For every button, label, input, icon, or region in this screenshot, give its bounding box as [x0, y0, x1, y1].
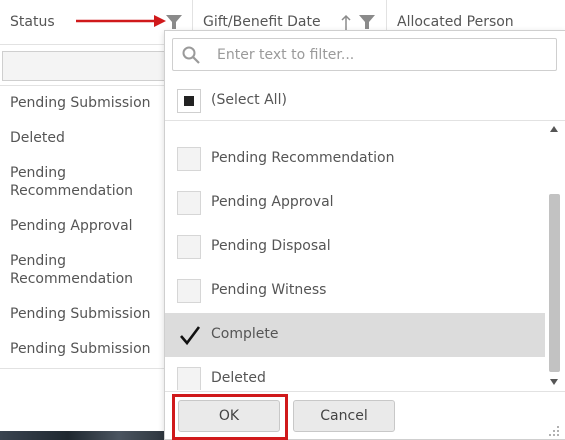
annotation-arrow-icon: [76, 15, 166, 27]
filter-option-deleted[interactable]: Deleted: [165, 357, 545, 390]
select-all-option[interactable]: (Select All): [165, 83, 565, 119]
filter-options-list: Pending Recommendation Pending Approval …: [165, 128, 547, 390]
filter-search-input[interactable]: [217, 43, 547, 67]
option-label: Pending Approval: [211, 194, 334, 210]
date-filter-icon[interactable]: [359, 15, 375, 29]
status-cell[interactable]: Pending Recommendation: [0, 164, 160, 200]
search-icon: [182, 46, 200, 64]
filter-option-complete[interactable]: Complete: [165, 313, 545, 357]
sort-ascending-icon[interactable]: [340, 14, 352, 30]
status-cell[interactable]: Pending Submission: [0, 340, 151, 358]
status-filter-icon[interactable]: [166, 15, 182, 29]
cancel-button[interactable]: Cancel: [293, 400, 395, 432]
grid-filter-row: [0, 46, 170, 86]
scrollbar-thumb[interactable]: [549, 194, 560, 372]
option-label: Pending Disposal: [211, 238, 331, 254]
option-checkbox[interactable]: [177, 191, 201, 215]
option-checkbox[interactable]: [177, 323, 201, 347]
filter-option-pending-witness[interactable]: Pending Witness: [165, 269, 545, 313]
filter-search-box: [172, 38, 557, 71]
option-label: Pending Recommendation: [211, 150, 395, 166]
ok-button-annotation-highlight: [172, 394, 288, 440]
status-cell[interactable]: Pending Submission: [0, 305, 151, 323]
option-checkbox[interactable]: [177, 279, 201, 303]
scroll-down-icon[interactable]: [550, 378, 558, 386]
option-label: Deleted: [211, 370, 266, 386]
resize-grip-icon[interactable]: [548, 425, 560, 437]
divider: [165, 120, 565, 121]
checkmark-icon: [180, 326, 201, 346]
status-cell[interactable]: Pending Approval: [0, 217, 133, 235]
select-all-checkbox[interactable]: [177, 89, 201, 113]
option-label: Complete: [211, 326, 279, 342]
option-checkbox[interactable]: [177, 235, 201, 259]
status-filter-popup: (Select All) Pending Recommendation Pend…: [164, 30, 565, 440]
status-cell[interactable]: Pending Submission: [0, 94, 151, 112]
row-divider: [0, 368, 170, 369]
select-all-label: (Select All): [211, 92, 287, 108]
filter-option-pending-approval[interactable]: Pending Approval: [165, 181, 545, 225]
option-label: Pending Witness: [211, 282, 327, 298]
status-cell[interactable]: Deleted: [0, 129, 65, 147]
option-checkbox[interactable]: [177, 367, 201, 390]
column-header-status[interactable]: Status: [10, 0, 55, 45]
option-checkbox[interactable]: [177, 147, 201, 171]
divider: [165, 391, 565, 392]
scroll-up-icon[interactable]: [550, 125, 558, 133]
filter-option-pending-disposal[interactable]: Pending Disposal: [165, 225, 545, 269]
options-scrollbar[interactable]: [546, 123, 562, 391]
filter-option-pending-recommendation[interactable]: Pending Recommendation: [165, 137, 545, 181]
background-image: [0, 431, 170, 440]
status-column-filter-input[interactable]: [2, 51, 167, 81]
status-cell[interactable]: Pending Recommendation: [0, 252, 160, 288]
indeterminate-icon: [184, 96, 194, 106]
